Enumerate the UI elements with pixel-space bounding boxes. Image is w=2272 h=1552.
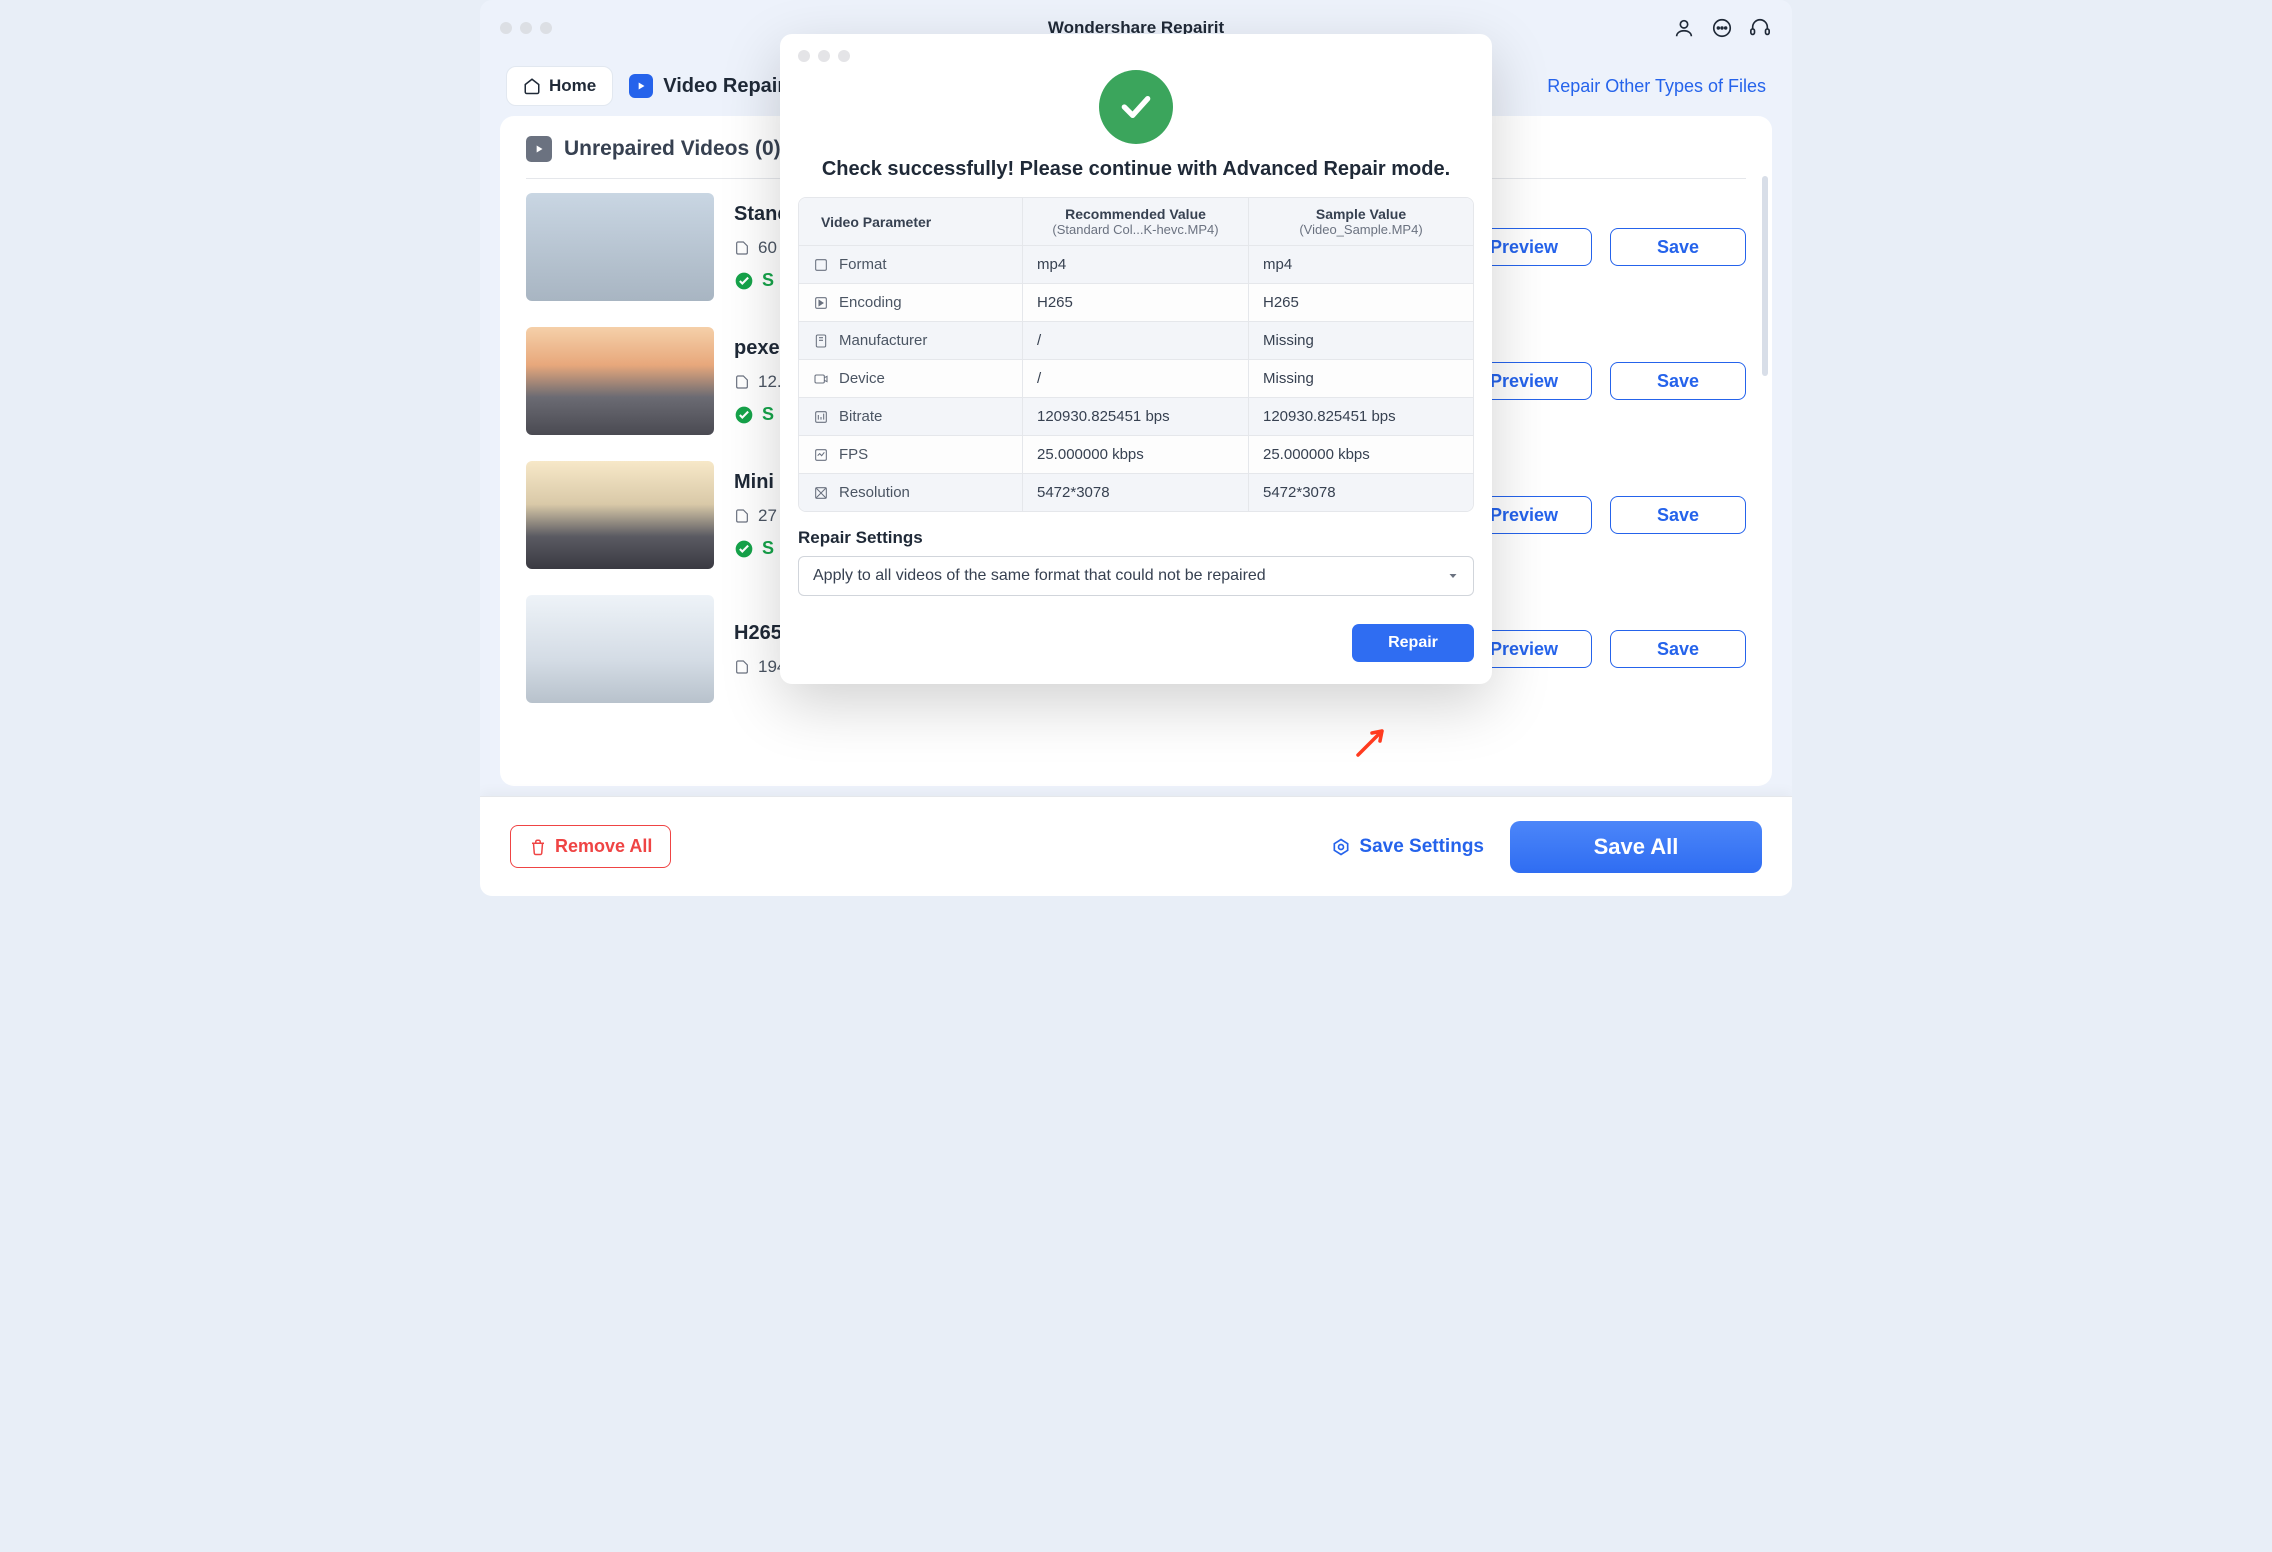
bottom-bar: Remove All Save Settings Save All: [480, 796, 1792, 896]
table-row: Bitrate120930.825451 bps120930.825451 bp…: [799, 397, 1473, 435]
repair-settings-select[interactable]: Apply to all videos of the same format t…: [798, 556, 1474, 596]
param-sample: 5472*3078: [1249, 474, 1473, 511]
save-settings-label: Save Settings: [1359, 836, 1484, 858]
modal-minimize-dot[interactable]: [818, 50, 830, 62]
param-sample: Missing: [1249, 322, 1473, 359]
param-sample: H265: [1249, 284, 1473, 321]
col-recommended: Recommended Value (Standard Col...K-hevc…: [1023, 198, 1249, 245]
video-thumbnail[interactable]: [526, 461, 714, 569]
video-repair-icon: [629, 74, 653, 98]
video-thumbnail[interactable]: [526, 193, 714, 301]
table-row: Manufacturer/Missing: [799, 321, 1473, 359]
modal-window-controls: [780, 34, 1492, 62]
breadcrumb-video-repair: Video Repair: [629, 74, 785, 98]
home-button[interactable]: Home: [506, 66, 613, 106]
advanced-repair-modal: Check successfully! Please continue with…: [780, 34, 1492, 684]
param-label: Bitrate: [799, 398, 1023, 435]
repair-button[interactable]: Repair: [1352, 624, 1474, 662]
scrollbar[interactable]: [1762, 176, 1768, 376]
section-title: Unrepaired Videos (0): [564, 137, 781, 161]
parameter-table: Video Parameter Recommended Value (Stand…: [798, 197, 1474, 512]
success-check-icon: [1099, 70, 1173, 144]
save-button[interactable]: Save: [1610, 496, 1746, 534]
param-sample: mp4: [1249, 246, 1473, 283]
repair-settings-value: Apply to all videos of the same format t…: [813, 567, 1266, 585]
zoom-window-dot[interactable]: [540, 22, 552, 34]
param-sample: 120930.825451 bps: [1249, 398, 1473, 435]
breadcrumb-label: Video Repair: [663, 75, 785, 98]
param-recommended: 120930.825451 bps: [1023, 398, 1249, 435]
app-window: Wondershare Repairit Home Video Repair R…: [480, 0, 1792, 896]
table-row: EncodingH265H265: [799, 283, 1473, 321]
table-row: Resolution5472*30785472*3078: [799, 473, 1473, 511]
file-size: 27: [734, 506, 777, 526]
close-window-dot[interactable]: [500, 22, 512, 34]
save-button[interactable]: Save: [1610, 362, 1746, 400]
param-label: Encoding: [799, 284, 1023, 321]
save-all-button[interactable]: Save All: [1510, 821, 1762, 873]
param-label: FPS: [799, 436, 1023, 473]
param-label: Format: [799, 246, 1023, 283]
minimize-window-dot[interactable]: [520, 22, 532, 34]
chat-icon[interactable]: [1710, 16, 1734, 40]
remove-all-label: Remove All: [555, 836, 652, 857]
param-recommended: H265: [1023, 284, 1249, 321]
param-recommended: /: [1023, 322, 1249, 359]
chevron-down-icon: [1447, 570, 1459, 582]
repair-other-types-link[interactable]: Repair Other Types of Files: [1547, 76, 1766, 97]
window-controls: [500, 22, 552, 34]
modal-close-dot[interactable]: [798, 50, 810, 62]
modal-zoom-dot[interactable]: [838, 50, 850, 62]
table-row: Device/Missing: [799, 359, 1473, 397]
modal-headline: Check successfully! Please continue with…: [780, 158, 1492, 181]
support-icon[interactable]: [1748, 16, 1772, 40]
file-size: 60: [734, 238, 777, 258]
user-icon[interactable]: [1672, 16, 1696, 40]
save-settings-link[interactable]: Save Settings: [1331, 836, 1484, 858]
save-button[interactable]: Save: [1610, 630, 1746, 668]
repair-settings-label: Repair Settings: [798, 528, 1474, 548]
remove-all-button[interactable]: Remove All: [510, 825, 671, 868]
param-label: Resolution: [799, 474, 1023, 511]
param-recommended: /: [1023, 360, 1249, 397]
col-sample: Sample Value (Video_Sample.MP4): [1249, 198, 1473, 245]
param-sample: Missing: [1249, 360, 1473, 397]
param-recommended: 5472*3078: [1023, 474, 1249, 511]
param-recommended: 25.000000 kbps: [1023, 436, 1249, 473]
table-row: FPS25.000000 kbps25.000000 kbps: [799, 435, 1473, 473]
col-parameter: Video Parameter: [799, 198, 1023, 245]
home-label: Home: [549, 76, 596, 96]
param-sample: 25.000000 kbps: [1249, 436, 1473, 473]
video-thumbnail[interactable]: [526, 595, 714, 703]
video-list-icon: [526, 136, 552, 162]
video-thumbnail[interactable]: [526, 327, 714, 435]
param-recommended: mp4: [1023, 246, 1249, 283]
save-button[interactable]: Save: [1610, 228, 1746, 266]
param-label: Manufacturer: [799, 322, 1023, 359]
table-row: Formatmp4mp4: [799, 245, 1473, 283]
param-label: Device: [799, 360, 1023, 397]
file-size: 12.: [734, 372, 782, 392]
